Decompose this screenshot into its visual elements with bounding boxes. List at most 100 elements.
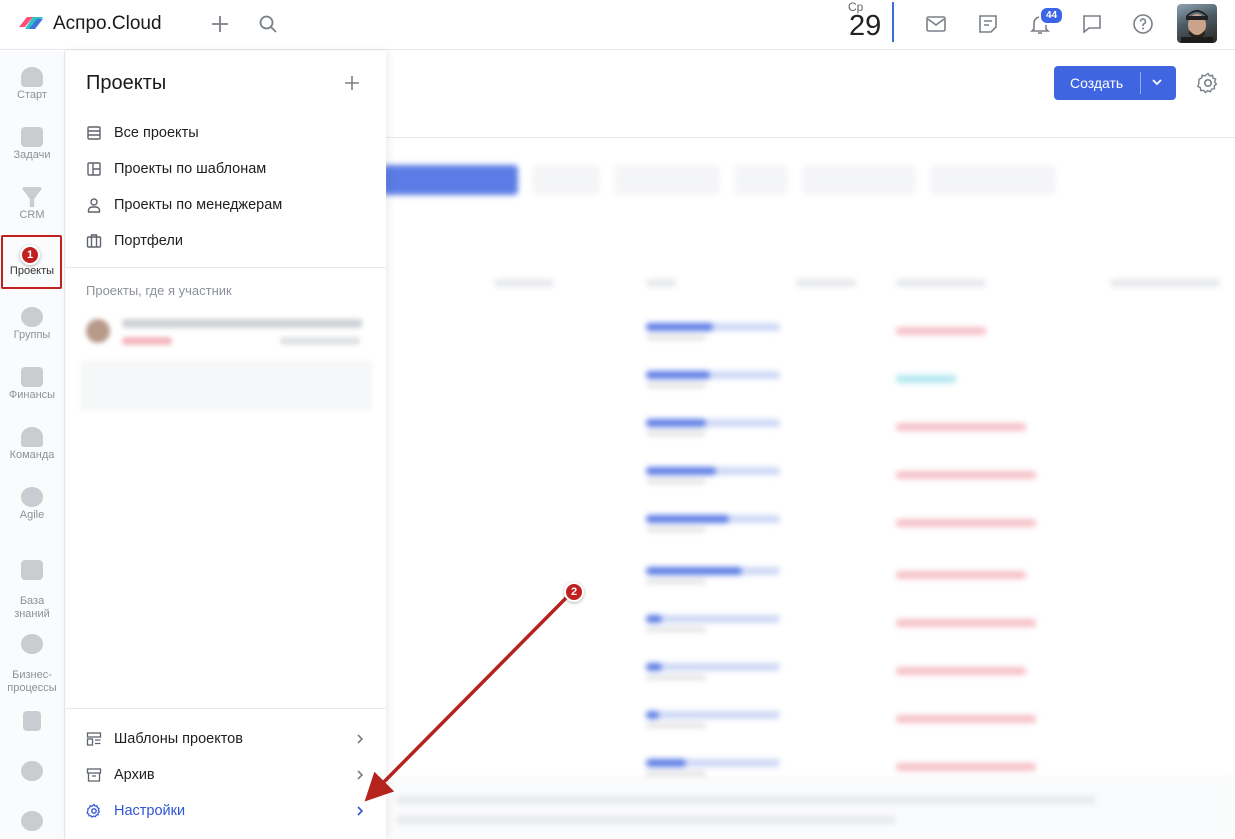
menu-archive[interactable]: Архив xyxy=(86,763,366,787)
template-icon xyxy=(87,162,101,176)
funnel-icon xyxy=(21,187,43,207)
blurred-project-table xyxy=(386,139,1235,839)
create-button-label: Создать xyxy=(1070,75,1124,91)
main-header: Создать xyxy=(386,51,1235,138)
nav-item-tasks[interactable]: Задачи xyxy=(0,127,64,161)
heart-icon xyxy=(21,67,43,87)
nav-label: Бизнес- процессы xyxy=(7,669,57,694)
nav-item-settings-gear[interactable] xyxy=(0,761,64,783)
blurred-column-header xyxy=(896,279,986,287)
finance-icon xyxy=(21,367,43,387)
create-button[interactable]: Создать xyxy=(1054,66,1176,100)
menu-projects-by-managers[interactable]: Проекты по менеджерам xyxy=(86,193,282,217)
chat-bubble-icon xyxy=(21,811,43,831)
date-widget[interactable]: Ср 29 xyxy=(846,0,896,42)
add-icon[interactable] xyxy=(208,12,232,36)
nav-item-agile[interactable]: Agile xyxy=(0,487,64,521)
menu-projects-by-templates[interactable]: Проекты по шаблонам xyxy=(86,157,266,181)
blurred-footer-totals xyxy=(386,777,1235,839)
nav-item-chat[interactable] xyxy=(0,811,64,833)
menu-label: Проекты по менеджерам xyxy=(114,197,283,213)
member-project-card[interactable] xyxy=(80,309,372,413)
nav-label: Финансы xyxy=(8,389,56,401)
agile-icon xyxy=(21,487,43,507)
nav-item-integrations[interactable] xyxy=(0,711,64,733)
groups-icon xyxy=(21,307,43,327)
top-bar: Аспро.Cloud Ср 29 44 xyxy=(0,0,1235,50)
projects-panel: Проекты Все проекты Проекты по шаблонам … xyxy=(66,51,386,839)
nav-item-start[interactable]: Старт xyxy=(0,67,64,101)
blurred-tab xyxy=(802,165,916,195)
chevron-right-icon xyxy=(357,770,364,780)
user-avatar[interactable] xyxy=(1177,4,1217,43)
menu-settings[interactable]: Настройки xyxy=(86,799,366,823)
logo-icon xyxy=(19,17,43,29)
nav-item-finance[interactable]: Финансы xyxy=(0,367,64,401)
nav-label: База знаний xyxy=(14,595,50,620)
nav-label: Старт xyxy=(17,89,47,101)
blurred-column-header xyxy=(494,279,554,287)
user-icon xyxy=(87,198,101,213)
blurred-tab xyxy=(532,165,600,195)
step-marker-1: 1 xyxy=(20,245,40,265)
nav-item-team[interactable]: Команда xyxy=(0,427,64,461)
tasks-icon xyxy=(21,127,43,147)
blurred-tab xyxy=(614,165,720,195)
chat-icon[interactable] xyxy=(1080,12,1104,36)
search-icon[interactable] xyxy=(256,12,280,36)
menu-portfolios[interactable]: Портфели xyxy=(86,229,183,253)
menu-label: Проекты по шаблонам xyxy=(114,161,267,177)
nav-item-groups[interactable]: Группы xyxy=(0,307,64,341)
create-button-divider xyxy=(1140,72,1141,94)
chevron-down-icon[interactable] xyxy=(1150,75,1164,89)
blurred-row xyxy=(386,405,1235,453)
nav-label: Группы xyxy=(13,329,51,341)
process-icon xyxy=(21,634,43,654)
nav-label: CRM xyxy=(19,209,45,221)
panel-title: Проекты xyxy=(86,72,167,94)
nav-label: Задачи xyxy=(13,149,51,161)
chevron-right-icon xyxy=(357,734,364,744)
step-marker-2: 2 xyxy=(564,582,584,602)
add-project-icon[interactable] xyxy=(342,73,362,93)
blurred-row xyxy=(386,309,1235,357)
blurred-row xyxy=(386,501,1235,549)
left-navigation: Старт Задачи CRM Проекты 1 Группы Финанс… xyxy=(0,51,65,839)
blurred-row xyxy=(386,601,1235,649)
blurred-column-header xyxy=(1110,279,1220,287)
nav-item-crm[interactable]: CRM xyxy=(0,187,64,221)
briefcase-icon xyxy=(86,234,102,248)
team-icon xyxy=(21,427,43,447)
menu-label: Архив xyxy=(114,767,155,783)
panel-divider xyxy=(66,708,386,709)
menu-project-templates[interactable]: Шаблоны проектов xyxy=(86,727,366,751)
blurred-column-header xyxy=(796,279,856,287)
nav-label: Agile xyxy=(19,509,45,521)
blurred-tab xyxy=(734,165,788,195)
blurred-row xyxy=(386,697,1235,745)
menu-label: Шаблоны проектов xyxy=(114,731,243,747)
blurred-column-header xyxy=(646,279,676,287)
date-divider xyxy=(892,2,894,42)
gear-icon xyxy=(86,803,101,819)
notes-icon[interactable] xyxy=(976,12,1000,36)
template-list-icon xyxy=(86,732,102,746)
mail-icon[interactable] xyxy=(924,12,948,36)
integration-icon xyxy=(23,711,41,731)
menu-all-projects[interactable]: Все проекты xyxy=(86,121,199,145)
help-icon[interactable] xyxy=(1131,12,1155,36)
chevron-right-icon xyxy=(357,806,364,816)
panel-divider xyxy=(66,267,386,268)
blurred-row xyxy=(386,453,1235,501)
list-icon xyxy=(87,126,101,140)
blurred-tab xyxy=(386,165,518,195)
member-projects-label: Проекты, где я участник xyxy=(86,283,232,298)
nav-item-business-processes[interactable]: Бизнес- процессы xyxy=(0,621,64,708)
notification-count-badge: 44 xyxy=(1039,6,1065,25)
menu-label: Настройки xyxy=(114,803,186,819)
brand-name: Аспро.Cloud xyxy=(53,13,162,34)
blurred-tab xyxy=(930,165,1056,195)
book-icon xyxy=(21,560,43,580)
blurred-row xyxy=(386,649,1235,697)
gear-icon[interactable] xyxy=(1196,71,1220,95)
